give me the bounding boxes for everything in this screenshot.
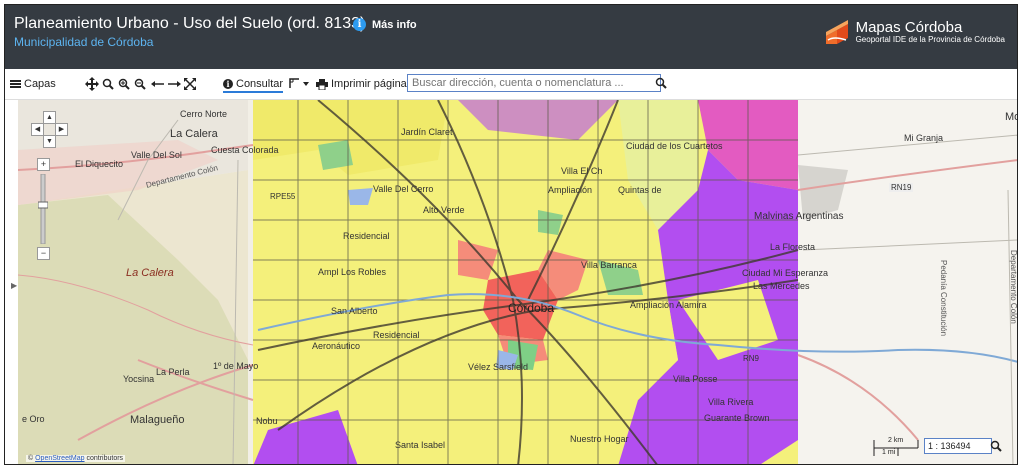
- map-label-guarante-brown: Guarante Brown: [704, 413, 770, 423]
- map-label-alto-verde: Alto Verde: [423, 205, 465, 215]
- map-label-amp-los-robles: Ampl Los Robles: [318, 267, 387, 277]
- map-label-jardin-claret: Jardín Claret: [401, 127, 453, 137]
- brand-logo[interactable]: Mapas Córdoba Geoportal IDE de la Provin…: [824, 18, 1005, 46]
- zoom-slider[interactable]: [38, 174, 48, 244]
- arrow-right-icon[interactable]: [167, 80, 181, 88]
- zoom-out-icon[interactable]: [134, 78, 146, 90]
- consult-label: Consultar: [236, 78, 284, 90]
- map-label-nuestro-hogar: Nuestro Hogar: [570, 434, 629, 444]
- search-zoom-icon[interactable]: [102, 78, 114, 90]
- map-label-valle-del-sol: Valle Del Sol: [131, 150, 182, 160]
- page-title: Planeamiento Urbano - Uso del Suelo (ord…: [14, 15, 366, 32]
- scale-bar: 2 km 1 mi: [872, 437, 922, 459]
- map-label-mo: Mo: [1005, 111, 1017, 123]
- map-label-yocsina: Yocsina: [123, 374, 155, 384]
- map-label-nobu: Nobu: [256, 416, 278, 426]
- map-attribution: © OpenStreetMap contributors: [26, 455, 126, 462]
- map-label-ciudad-cuartetos: Ciudad de los Cuartetos: [626, 141, 723, 151]
- pan-down-button[interactable]: ▼: [43, 135, 56, 148]
- map-label-ciudad-mi-esperanza: Ciudad Mi Esperanza: [742, 268, 829, 278]
- app-window: Planeamiento Urbano - Uso del Suelo (ord…: [4, 4, 1018, 465]
- map-label-villa-rivera: Villa Rivera: [708, 397, 754, 407]
- zoom-in-icon[interactable]: [118, 78, 130, 90]
- map-label-mi-granja: Mi Granja: [904, 133, 944, 143]
- consult-button[interactable]: i Consultar: [223, 78, 284, 93]
- map-label-rpe55: RPE55: [270, 192, 296, 201]
- map-label-villa-posse: Villa Posse: [673, 374, 718, 384]
- map-label-santa-isabel: Santa Isabel: [395, 440, 446, 450]
- pan-icon[interactable]: [85, 77, 99, 91]
- print-icon: [316, 78, 328, 90]
- fullscreen-icon[interactable]: [184, 78, 196, 90]
- map-label-ampliacion-alamira: Ampliación Alamira: [630, 300, 707, 310]
- brand-map-icon: [825, 20, 848, 44]
- scale-ratio-input[interactable]: 1 : 136494: [924, 438, 992, 454]
- print-button[interactable]: Imprimir página: [316, 78, 407, 90]
- measure-icon: [289, 78, 299, 88]
- map-label-la-floresta: La Floresta: [770, 242, 816, 252]
- map-label-residencial-2: Residencial: [373, 330, 420, 340]
- info-icon: i: [353, 18, 366, 31]
- print-label: Imprimir página: [331, 78, 407, 90]
- more-info-link[interactable]: i Más info: [353, 18, 417, 31]
- map-label-oro: e Oro: [22, 414, 45, 424]
- attribution-suffix: contributors: [86, 455, 124, 462]
- map-canvas[interactable]: Cerro Norte La Calera Cuesta Colorada Va…: [18, 100, 1018, 464]
- map-label-departamento-colon-right: Departamento Colón: [1009, 250, 1018, 324]
- map-label-malagueno: Malagueño: [130, 414, 185, 426]
- zoom-out-button[interactable]: −: [37, 247, 50, 260]
- brand-tagline: Geoportal IDE de la Provincia de Córdoba: [855, 34, 1005, 44]
- map-label-aeronautico: Aeronáutico: [312, 341, 361, 351]
- map-label-el-diquecito: El Diquecito: [75, 159, 124, 169]
- map-label-la-calera-dept: La Calera: [126, 267, 174, 279]
- map-label-valle-del-cerro: Valle Del Cerro: [373, 184, 434, 194]
- layers-label: Capas: [24, 78, 56, 90]
- map-label-las-mercedes: Las Mercedes: [753, 281, 810, 291]
- measure-dropdown[interactable]: [289, 78, 309, 89]
- address-search-input[interactable]: [407, 74, 661, 92]
- map-label-cuesta-colorada: Cuesta Colorada: [211, 145, 279, 155]
- caret-down-icon: [303, 81, 309, 86]
- map-label-ampliacion: Ampliación: [548, 185, 593, 195]
- map-label-la-calera-top: La Calera: [170, 128, 218, 140]
- pan-right-button[interactable]: ▶: [55, 123, 68, 136]
- info-circle-icon: i: [223, 79, 233, 89]
- map-label-cerro-norte: Cerro Norte: [180, 109, 228, 119]
- arrow-left-icon[interactable]: [151, 80, 165, 88]
- map-label-pedania-constitucion: Pedanía Constitución: [939, 260, 948, 337]
- municipality-link[interactable]: Municipalidad de Córdoba: [14, 35, 153, 49]
- map-label-quintas: Quintas de: [618, 185, 662, 195]
- map-label-primero-de-mayo: 1º de Mayo: [213, 361, 259, 371]
- map-label-residencial: Residencial: [343, 231, 390, 241]
- scale-mi-label: 1 mi: [882, 449, 896, 456]
- zoom-in-button[interactable]: +: [37, 158, 50, 171]
- map-label-villa-barranca: Villa Barranca: [581, 260, 637, 270]
- side-panel-toggle-icon[interactable]: ▶: [11, 281, 17, 290]
- map-label-villa-el-ch: Villa El Ch: [561, 166, 603, 176]
- scale-search-icon[interactable]: [990, 440, 1002, 452]
- more-info-label: Más info: [372, 18, 417, 31]
- map-label-rn19: RN19: [889, 183, 914, 192]
- toolbar: Capas i Consultar Imprimir página: [5, 69, 1017, 100]
- layers-button[interactable]: Capas: [10, 78, 56, 90]
- pan-control: ▲ ◀ ▶ ▼: [27, 111, 73, 157]
- map-label-la-perla: La Perla: [156, 367, 190, 377]
- map-label-san-alberto: San Alberto: [331, 306, 378, 316]
- menu-icon: [10, 80, 21, 88]
- map-label-cordoba: Córdoba: [508, 301, 555, 315]
- brand-name: Mapas Córdoba: [855, 18, 963, 36]
- header-bar: Planeamiento Urbano - Uso del Suelo (ord…: [5, 5, 1017, 69]
- osm-link[interactable]: OpenStreetMap: [35, 455, 84, 462]
- map-label-rn9: RN9: [743, 354, 760, 363]
- map-label-malvinas-argentinas: Malvinas Argentinas: [754, 211, 844, 222]
- scale-km-label: 2 km: [888, 437, 904, 444]
- search-icon[interactable]: [655, 77, 667, 89]
- map-label-velez-sarsfield: Vélez Sarsfield: [468, 362, 529, 372]
